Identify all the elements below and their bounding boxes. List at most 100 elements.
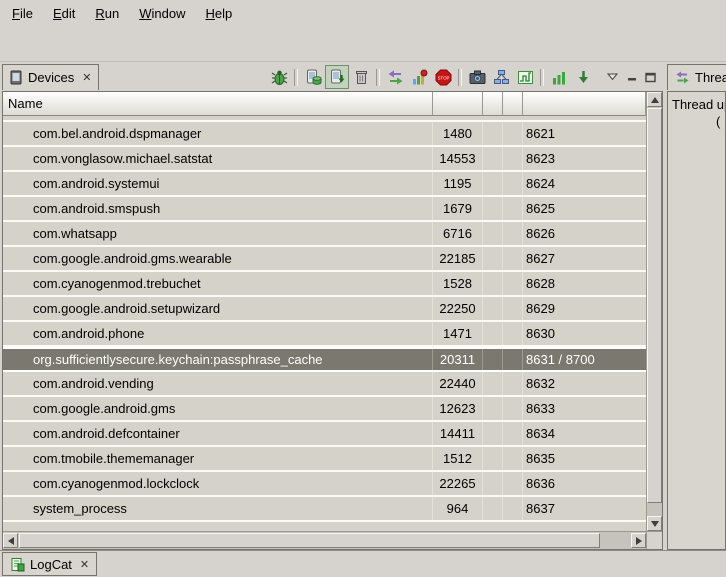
process-pid: 1512 [433,447,483,470]
threads-body: Thread up ( [667,91,726,550]
opengl-trace-icon [551,69,568,86]
horizontal-scrollbar[interactable] [3,531,646,549]
menu-item[interactable]: Edit [43,2,85,25]
cell-empty [483,372,503,395]
process-pid: 1195 [433,172,483,195]
process-name: com.android.defcontainer [3,422,433,445]
update-heap-icon [305,69,322,86]
table-row[interactable]: com.tmobile.thememanager 1512 8635 [3,447,646,472]
process-port: 8633 [523,397,646,420]
scroll-up-button[interactable] [647,92,662,107]
table-row[interactable]: com.google.android.gms.wearable 22185 86… [3,247,646,272]
stop-label: STOP [437,75,449,80]
table-row[interactable]: com.android.phone 1471 8630 [3,322,646,347]
screen-capture-button[interactable] [465,65,489,89]
menu-item[interactable]: File [2,2,43,25]
update-threads-button[interactable] [383,65,407,89]
threads-panel: Threa Thread up ( [667,63,726,550]
maximize-button[interactable] [641,68,660,87]
start-method-profiling-button[interactable] [407,65,431,89]
view-menu-icon [607,73,618,81]
cell-empty [503,122,523,145]
table-row[interactable]: com.android.defcontainer 14411 8634 [3,422,646,447]
process-pid: 1528 [433,272,483,295]
cell-empty [483,222,503,245]
process-port: 8626 [523,222,646,245]
process-port: 8628 [523,272,646,295]
update-heap-button[interactable] [301,65,325,89]
menu-item[interactable]: Run [85,2,129,25]
column-header[interactable] [523,92,646,116]
close-icon[interactable]: ✕ [80,558,89,571]
cell-empty [503,322,523,345]
cell-empty [503,272,523,295]
process-port: 8636 [523,472,646,495]
tab-threads-label: Threa [695,70,726,85]
process-name: com.google.android.gms [3,397,433,420]
process-pid: 22250 [433,297,483,320]
threads-tabrow: Threa [667,63,726,91]
close-icon[interactable]: ✕ [82,71,91,84]
minimize-button[interactable] [622,68,641,87]
process-pid: 22185 [433,247,483,270]
menubar: File Edit Run Window Help [0,0,726,27]
tab-logcat[interactable]: LogCat ✕ [2,552,97,576]
cell-empty [503,297,523,320]
arrow-down-icon [651,521,659,527]
scroll-right-button[interactable] [631,533,646,548]
process-port: 8624 [523,172,646,195]
table-row[interactable]: com.cyanogenmod.lockclock 22265 8636 [3,472,646,497]
column-header[interactable] [433,92,483,116]
cell-empty [483,349,503,370]
vertical-scrollbar-thumb[interactable] [647,108,662,503]
dump-hprof-button[interactable] [325,65,349,89]
scroll-left-button[interactable] [3,533,18,548]
process-pid: 14411 [433,422,483,445]
debug-process-button[interactable] [267,65,291,89]
cell-empty [483,472,503,495]
vertical-scrollbar[interactable] [646,92,662,531]
process-name: com.bel.android.dspmanager [3,122,433,145]
stop-process-button[interactable]: STOP [431,65,455,89]
tab-devices[interactable]: Devices ✕ [2,64,99,90]
hierarchy-view-button[interactable] [489,65,513,89]
opengl-trace-button[interactable] [547,65,571,89]
process-name: org.sufficientlysecure.keychain:passphra… [3,349,433,370]
process-name: com.tmobile.thememanager [3,447,433,470]
process-pid: 1480 [433,122,483,145]
tab-threads[interactable]: Threa [667,64,726,90]
cause-gc-button[interactable] [349,65,373,89]
column-header[interactable]: Name [3,92,433,116]
table-row[interactable]: com.google.android.gms 12623 8633 [3,397,646,422]
process-pid: 20311 [433,349,483,370]
table-row[interactable]: com.whatsapp 6716 8626 [3,222,646,247]
horizontal-scrollbar-thumb[interactable] [19,533,600,548]
screen-capture-icon [469,69,486,86]
table-row[interactable]: com.cyanogenmod.trebuchet 1528 8628 [3,272,646,297]
process-port: 8621 [523,122,646,145]
table-row[interactable]: org.sufficientlysecure.keychain:passphra… [3,347,646,372]
table-row[interactable]: com.vonglasow.michael.satstat 14553 8623 [3,147,646,172]
menu-item[interactable]: Window [129,2,195,25]
cell-empty [503,472,523,495]
scroll-down-button[interactable] [647,516,662,531]
pulldown-trace-button[interactable] [571,65,595,89]
arrow-left-icon [8,537,14,545]
systrace-icon [517,69,534,86]
view-menu-button[interactable] [603,68,622,87]
menu-item[interactable]: Help [195,2,242,25]
table-row[interactable]: com.android.vending 22440 8632 [3,372,646,397]
tab-devices-label: Devices [28,70,74,85]
table-row[interactable]: system_process 964 8637 [3,497,646,522]
process-pid: 964 [433,497,483,520]
table-row[interactable]: com.bel.android.dspmanager 1480 8621 [3,122,646,147]
process-port: 8625 [523,197,646,220]
table-row[interactable]: com.google.android.setupwizard 22250 862… [3,297,646,322]
column-header[interactable] [483,92,503,116]
column-header[interactable] [503,92,523,116]
table-row[interactable]: com.android.smspush 1679 8625 [3,197,646,222]
devices-toolbar: STOP [267,65,660,89]
systrace-button[interactable] [513,65,537,89]
table-row[interactable]: com.android.systemui 1195 8624 [3,172,646,197]
cause-gc-icon [353,69,370,86]
